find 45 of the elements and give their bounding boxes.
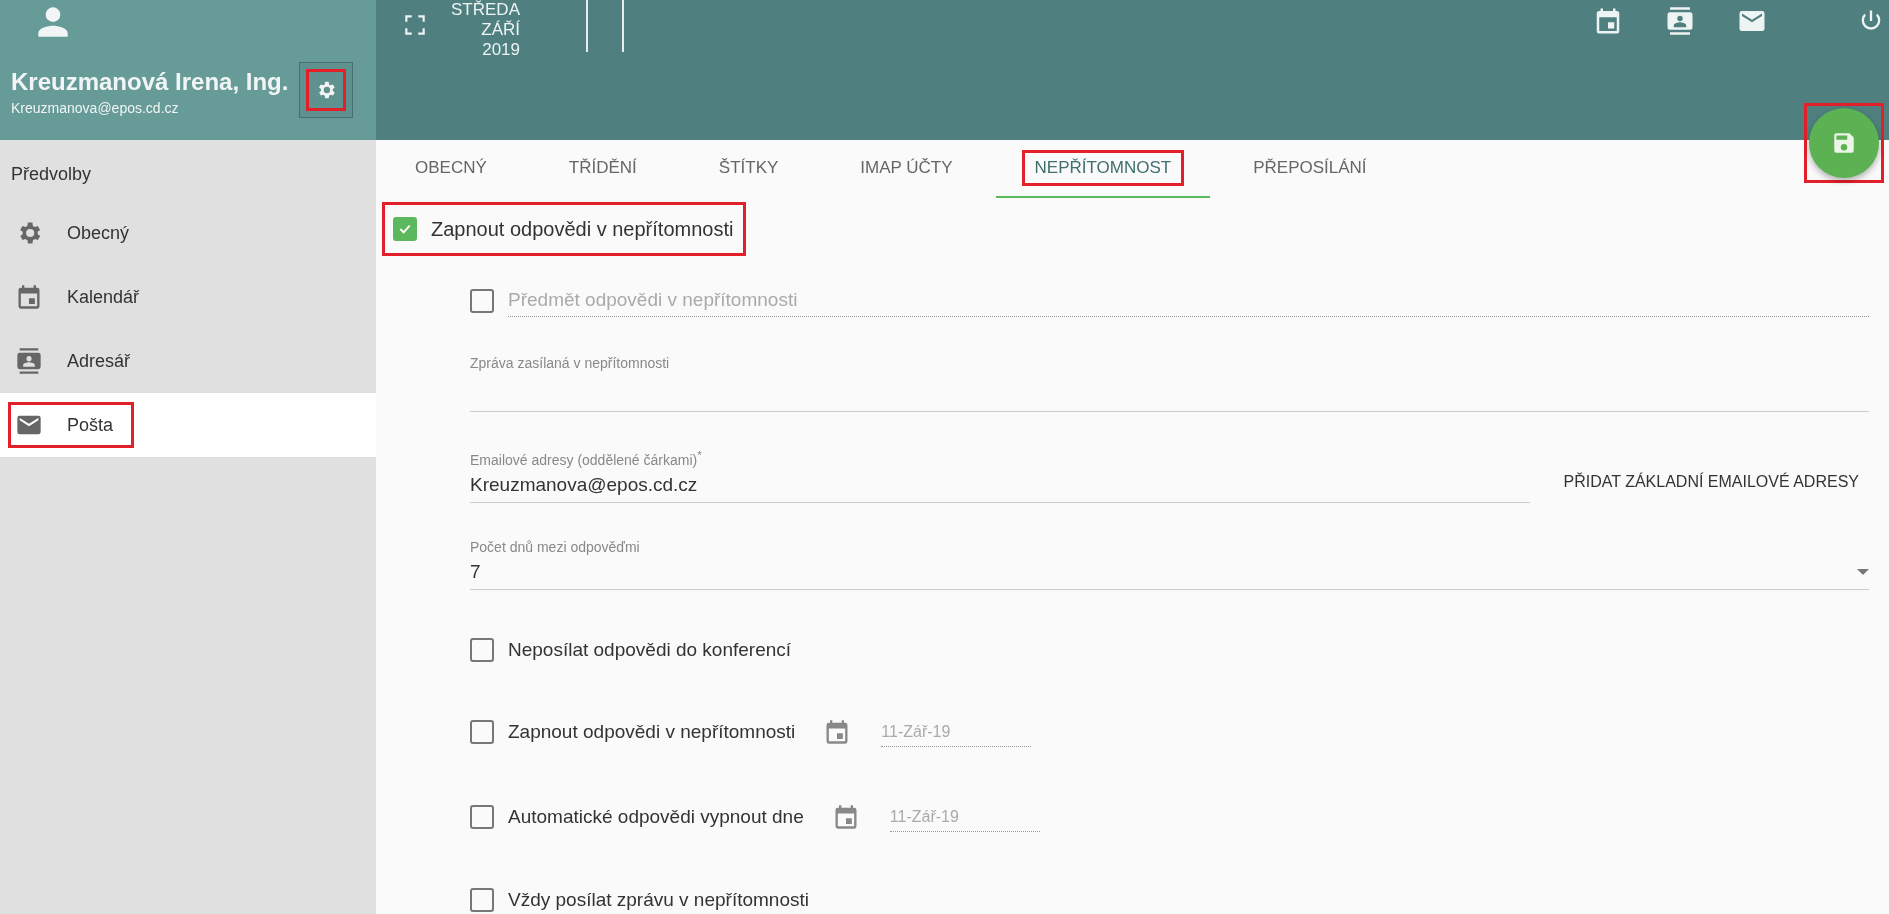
checkbox-label: Zapnout odpovědi v nepřítomnosti bbox=[431, 217, 735, 241]
checkbox[interactable] bbox=[470, 887, 494, 912]
field-value: Kreuzmanova@epos.cd.cz bbox=[470, 473, 699, 496]
sidebar-item[interactable]: Pošta bbox=[0, 393, 376, 457]
field-label: Emailové adresy (oddělené čárkami)$^{*}$ bbox=[470, 448, 703, 468]
settings-button[interactable] bbox=[299, 62, 353, 118]
message-field[interactable]: Zpráva zasílaná v nepřítomnosti bbox=[470, 355, 1869, 412]
tab[interactable]: PŘEPOSÍLÁNÍ bbox=[1214, 140, 1406, 198]
field-value: 7 bbox=[470, 560, 481, 583]
tab[interactable]: TŘÍDĚNÍ bbox=[529, 140, 676, 198]
field-label: Zpráva zasílaná v nepřítomnosti bbox=[470, 355, 670, 371]
subject-field[interactable]: Předmět odpovědi v nepřítomnosti bbox=[508, 284, 1869, 317]
checkbox-label: Neposílat odpovědi do konferencí bbox=[508, 638, 792, 661]
tab[interactable]: OBECNÝ bbox=[376, 140, 526, 198]
save-icon bbox=[1831, 130, 1857, 156]
highlight-frame: Pošta bbox=[8, 402, 135, 448]
sidebar-item[interactable]: Kalendář bbox=[0, 265, 376, 329]
user-name: Kreuzmanová Irena, Ing. bbox=[11, 68, 289, 96]
checkbox[interactable] bbox=[393, 217, 417, 241]
checkbox-label: Vždy posílat zprávu v nepřítomnosti bbox=[508, 888, 809, 911]
sidebar-title: Předvolby bbox=[10, 163, 93, 186]
days-select[interactable]: Počet dnů mezi odpověďmi 7 bbox=[470, 538, 1869, 590]
date-text: ZÁŘÍ bbox=[481, 20, 520, 40]
checkbox[interactable] bbox=[470, 805, 494, 830]
tab[interactable]: IMAP ÚČTY bbox=[821, 140, 992, 198]
fullscreen-icon[interactable] bbox=[402, 12, 428, 38]
tab[interactable]: NEPŘÍTOMNOST bbox=[995, 140, 1211, 198]
checkbox[interactable] bbox=[470, 720, 494, 745]
date-text: STŘEDA bbox=[451, 0, 520, 20]
checkbox-label: Automatické odpovědi vypnout dne bbox=[508, 806, 804, 829]
field-label: Počet dnů mezi odpověďmi bbox=[470, 538, 641, 555]
checkbox-label: Zapnout odpovědi v nepřítomnosti bbox=[508, 721, 796, 744]
add-addresses-button[interactable]: PŘIDAT ZÁKLADNÍ EMAILOVÉ ADRESY bbox=[1553, 464, 1869, 499]
caret-icon bbox=[1857, 568, 1869, 575]
contact-card-icon bbox=[15, 347, 43, 375]
highlight-frame: NEPŘÍTOMNOST bbox=[1021, 150, 1185, 186]
sidebar-item[interactable]: Obecný bbox=[0, 201, 376, 265]
user-email: Kreuzmanova@epos.cd.cz bbox=[11, 100, 179, 116]
date-text: 2019 bbox=[482, 40, 520, 60]
email-field[interactable]: Emailové adresy (oddělené čárkami)$^{*}$ Kreuzmanova@epos.cd.cz bbox=[470, 448, 1530, 503]
checkbox[interactable] bbox=[470, 288, 494, 313]
sidebar-item[interactable]: Adresář bbox=[0, 329, 376, 393]
contact-card-icon[interactable] bbox=[1665, 6, 1695, 36]
checkbox[interactable] bbox=[470, 637, 494, 662]
tab[interactable]: ŠTÍTKY bbox=[679, 140, 818, 198]
